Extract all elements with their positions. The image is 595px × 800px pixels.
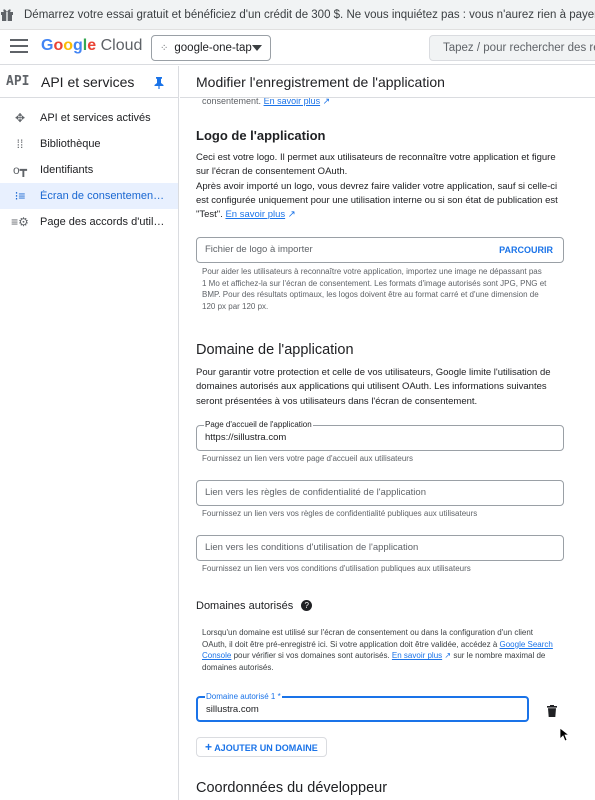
help-icon[interactable]: ? [301,600,313,611]
logo-hint: Pour aider les utilisateurs à reconnaîtr… [202,267,547,311]
sidebar-item-label: API et services activés [40,112,151,124]
privacy-hint: Fournissez un lien vers vos règles de co… [202,509,478,518]
learn-more-link[interactable]: En savoir plus [264,98,321,106]
authorized-heading-text: Domaines autorisés [196,600,294,612]
key-icon: o┳ [13,163,27,177]
sidebar-item-label: Écran de consentement O… [40,190,166,202]
main-content: consentement. En savoir plus ↗ Logo de l… [180,98,595,800]
browse-button[interactable]: PARCOURIR [499,238,553,262]
settings-list-icon: ≡⚙ [11,215,29,229]
google-cloud-logo[interactable]: Google Cloud [41,37,142,55]
logo-para-2: Après avoir importé un logo, vous devrez… [196,180,566,223]
logo-heading: Logo de l'application [196,128,326,143]
pin-icon[interactable] [154,76,164,94]
homepage-field[interactable]: Page d'accueil de l'application https://… [196,420,564,451]
learn-more-link[interactable]: En savoir plus [225,209,285,220]
add-domain-button[interactable]: + AJOUTER UN DOMAINE [196,737,327,757]
sidebar-item-agreements[interactable]: ≡⚙ Page des accords d'utilis… [0,209,178,235]
developer-heading: Coordonnées du développeur [196,780,388,796]
cut-off-text: consentement. En savoir plus ↗ [202,98,330,107]
external-link-icon: ↗ [444,651,452,661]
delete-icon[interactable] [547,704,557,722]
banner-text: Démarrez votre essai gratuit et bénéfici… [24,8,595,21]
authorized-domain-label: Domaine autorisé 1 * [205,692,282,702]
authorized-domain-input[interactable]: Domaine autorisé 1 * sillustra.com [196,692,529,722]
learn-more-link[interactable]: En savoir plus [392,651,442,660]
add-domain-label: AJOUTER UN DOMAINE [214,743,318,753]
sidebar-item-label: Page des accords d'utilis… [40,216,166,228]
project-name: google-one-tap [174,42,252,54]
trial-banner: Démarrez votre essai gratuit et bénéfici… [0,0,595,30]
authorized-domain-value: sillustra.com [206,704,259,715]
mouse-cursor-icon [560,728,570,742]
sidebar-header: API API et services [0,66,178,98]
authorized-domains-heading: Domaines autorisés? [196,600,313,612]
sidebar: API API et services ✥ API et services ac… [0,66,179,800]
authorized-para-b: pour vérifier si vos domaines sont autor… [233,651,390,661]
homepage-hint: Fournissez un lien vers votre page d'acc… [202,454,413,463]
logo-description: Ceci est votre logo. Il permet aux utili… [196,151,566,222]
domain-heading: Domaine de l'application [196,342,354,358]
chevron-down-icon [252,45,262,51]
cut-text: consentement. [202,98,262,106]
api-icon: ✥ [14,111,26,125]
logo-cloud: Cloud [100,37,143,54]
external-link-icon: ↗ [287,209,296,221]
sidebar-nav: ✥ API et services activés ⁞⁞ Bibliothèqu… [0,98,178,235]
homepage-label: Page d'accueil de l'application [204,420,313,430]
sidebar-item-label: Identifiants [40,164,94,176]
logo-file-placeholder: Fichier de logo à importer [205,244,313,255]
top-bar: Google Cloud ⁘ google-one-tap Tapez / po… [0,30,595,65]
authorized-para-a: Lorsqu'un domaine est utilisé sur l'écra… [202,628,534,649]
menu-icon[interactable] [10,39,28,55]
sidebar-title: API et services [41,73,135,90]
plus-icon: + [205,740,213,754]
sidebar-item-consent-screen[interactable]: ⁝≡ Écran de consentement O… [0,183,178,209]
project-selector[interactable]: ⁘ google-one-tap [151,35,271,61]
logo-google: Google [41,37,97,54]
search-input[interactable]: Tapez / pour rechercher des resso [429,35,595,61]
sidebar-item-enabled-apis[interactable]: ✥ API et services activés [0,105,178,131]
external-link-icon: ↗ [322,98,331,106]
terms-field[interactable]: Lien vers les conditions d'utilisation d… [196,535,564,561]
authorized-description: Lorsqu'un domaine est utilisé sur l'écra… [202,627,560,673]
page-title: Modifier l'enregistrement de l'applicati… [180,66,595,98]
api-logo: API [6,74,30,89]
library-icon: ⁞⁞ [16,137,24,151]
logo-file-input[interactable]: Fichier de logo à importer PARCOURIR [196,237,564,263]
homepage-value: https://sillustra.com [205,432,287,443]
privacy-policy-field[interactable]: Lien vers les règles de confidentialité … [196,480,564,506]
consent-icon: ⁝≡ [14,189,26,203]
sidebar-item-library[interactable]: ⁞⁞ Bibliothèque [0,131,178,157]
terms-hint: Fournissez un lien vers vos conditions d… [202,564,471,573]
sidebar-item-credentials[interactable]: o┳ Identifiants [0,157,178,183]
project-icon: ⁘ [160,42,169,54]
gift-icon [0,8,14,22]
sidebar-item-label: Bibliothèque [40,138,101,150]
domain-description: Pour garantir votre protection et celle … [196,367,551,407]
logo-para-1: Ceci est votre logo. Il permet aux utili… [196,152,556,178]
